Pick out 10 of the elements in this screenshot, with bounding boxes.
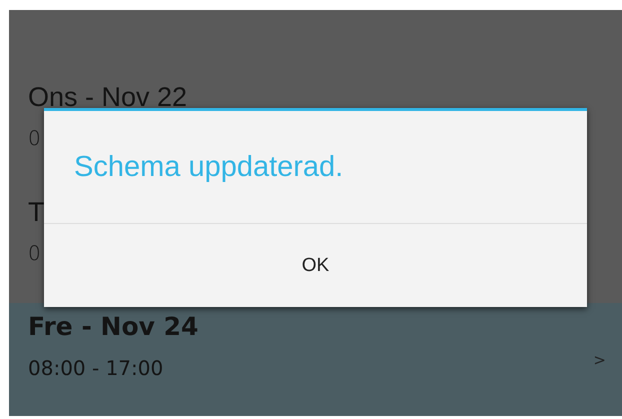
hours-text: 08:00 - 17:00 <box>28 355 164 382</box>
schedule-row[interactable]: Fre - Nov 24 08:00 - 17:00 > <box>9 303 622 416</box>
day-title: Fre - Nov 24 <box>28 311 198 343</box>
day-title: Ons - Nov 22 <box>28 81 188 113</box>
day-title: T <box>28 196 44 228</box>
hours-text: 0 <box>28 240 41 267</box>
chevron-text: > <box>593 351 606 369</box>
hours-text: 0 <box>28 125 41 152</box>
dialog-message: Schema uppdaterad. <box>74 150 344 184</box>
ok-button[interactable]: OK <box>44 224 587 307</box>
